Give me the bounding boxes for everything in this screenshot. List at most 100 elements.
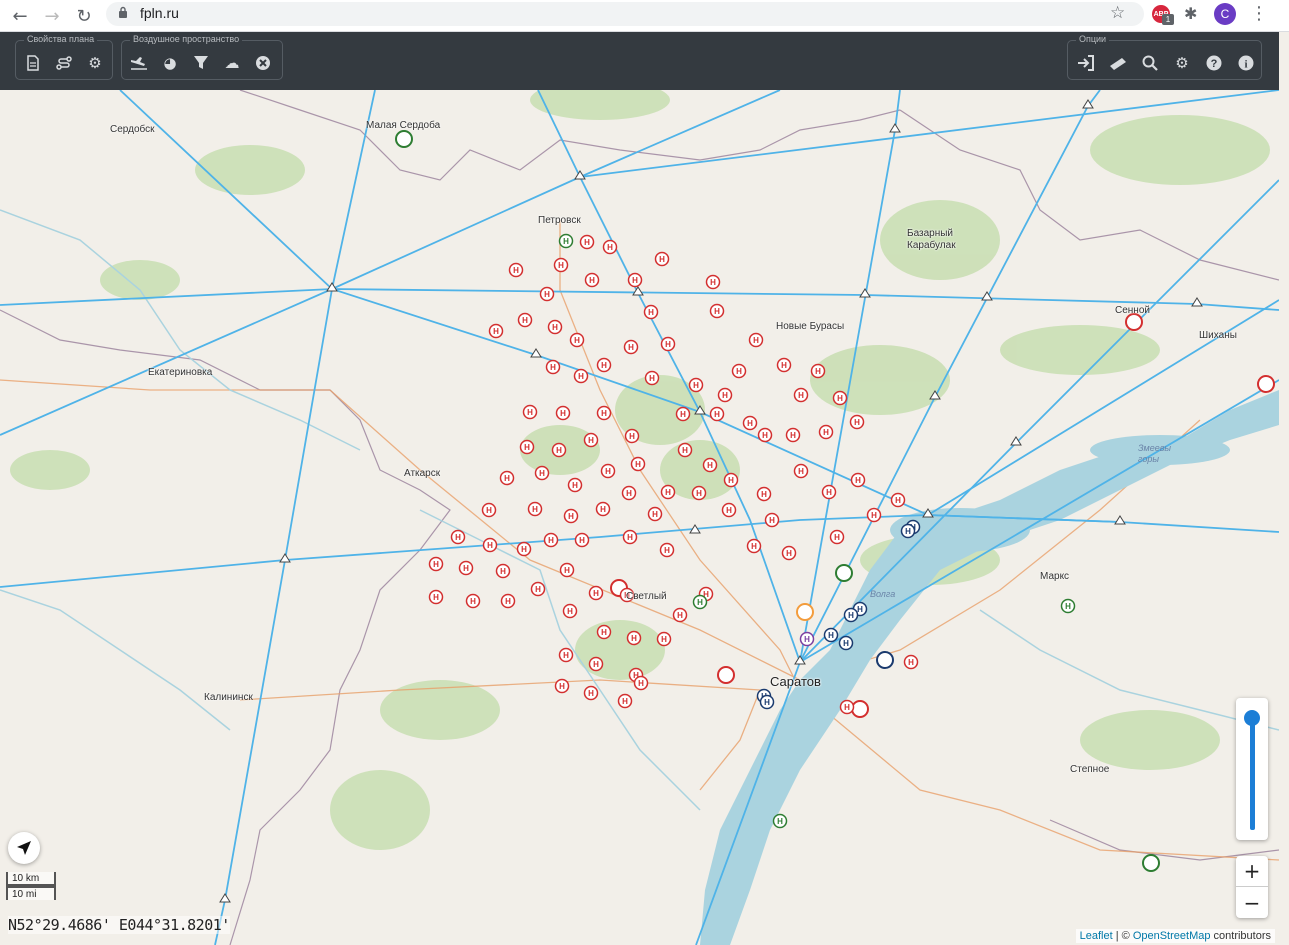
zoom-in-button[interactable]: + xyxy=(1236,856,1268,887)
heliport-marker[interactable]: H xyxy=(499,470,515,486)
url-text[interactable]: fpln.ru xyxy=(140,5,179,21)
heliport-marker[interactable]: H xyxy=(900,523,916,539)
heliport-marker[interactable]: H xyxy=(630,456,646,472)
heliport-marker[interactable]: H xyxy=(1060,598,1076,614)
document-icon[interactable] xyxy=(23,53,43,73)
heliport-marker[interactable]: H xyxy=(677,442,693,458)
heliport-marker[interactable]: H xyxy=(558,233,574,249)
heliport-marker[interactable]: H xyxy=(583,432,599,448)
heliport-marker[interactable]: H xyxy=(527,501,543,517)
osm-link[interactable]: OpenStreetMap xyxy=(1133,930,1211,942)
heliport-marker[interactable]: H xyxy=(530,581,546,597)
heliport-marker[interactable]: H xyxy=(621,485,637,501)
heliport-marker[interactable]: H xyxy=(516,541,532,557)
gear-icon[interactable]: ⚙ xyxy=(1172,53,1192,73)
heliport-marker[interactable]: H xyxy=(721,502,737,518)
heliport-marker[interactable]: H xyxy=(709,406,725,422)
heliport-marker[interactable]: H xyxy=(600,463,616,479)
zoom-slider-thumb[interactable] xyxy=(1244,709,1260,726)
heliport-marker[interactable]: H xyxy=(547,319,563,335)
heliport-marker[interactable]: H xyxy=(588,585,604,601)
sign-in-icon[interactable] xyxy=(1076,53,1096,73)
heliport-marker[interactable]: H xyxy=(692,594,708,610)
heliport-marker[interactable]: H xyxy=(672,607,688,623)
zoom-out-button[interactable]: − xyxy=(1236,887,1268,918)
heliport-marker[interactable]: H xyxy=(644,370,660,386)
heliport-marker[interactable]: H xyxy=(647,506,663,522)
heliport-marker[interactable]: H xyxy=(617,693,633,709)
heliport-marker[interactable]: H xyxy=(757,427,773,443)
heliport-marker[interactable]: H xyxy=(500,593,516,609)
heliport-marker[interactable]: H xyxy=(746,538,762,554)
heliport-marker[interactable]: H xyxy=(702,457,718,473)
heliport-marker[interactable]: H xyxy=(656,631,672,647)
heliport-marker[interactable]: H xyxy=(555,405,571,421)
heliport-marker[interactable]: H xyxy=(821,484,837,500)
heliport-marker[interactable]: H xyxy=(675,406,691,422)
heliport-marker[interactable]: H xyxy=(488,323,504,339)
heliport-marker[interactable]: H xyxy=(660,484,676,500)
heliport-marker[interactable]: H xyxy=(633,675,649,691)
heliport-marker[interactable]: H xyxy=(584,272,600,288)
heliport-marker[interactable]: H xyxy=(573,368,589,384)
heliport-marker[interactable]: H xyxy=(558,647,574,663)
heliport-marker[interactable]: H xyxy=(781,545,797,561)
heliport-marker[interactable]: H xyxy=(623,339,639,355)
heliport-marker[interactable]: H xyxy=(543,532,559,548)
heliport-marker[interactable]: H xyxy=(588,656,604,672)
heliport-marker[interactable]: H xyxy=(522,404,538,420)
heliport-marker[interactable]: H xyxy=(458,560,474,576)
heliport-marker[interactable]: H xyxy=(579,234,595,250)
heliport-marker[interactable]: H xyxy=(709,303,725,319)
heliport-marker[interactable]: H xyxy=(553,257,569,273)
heliport-marker[interactable]: H xyxy=(563,508,579,524)
heliport-marker[interactable]: H xyxy=(569,332,585,348)
heliport-marker[interactable]: H xyxy=(596,624,612,640)
map-view[interactable]: H H H H H H H H H H H H H H H H H H H H H H H H H H H H H H H H H H H H H H H H… xyxy=(0,90,1279,945)
heliport-marker[interactable]: H xyxy=(659,542,675,558)
heliport-marker[interactable]: H xyxy=(849,414,865,430)
address-bar[interactable] xyxy=(106,2,1144,26)
heliport-marker[interactable]: H xyxy=(839,699,855,715)
heliport-marker[interactable]: H xyxy=(583,685,599,701)
heliport-marker[interactable]: H xyxy=(793,387,809,403)
heliport-marker[interactable]: H xyxy=(595,501,611,517)
heliport-marker[interactable]: H xyxy=(495,563,511,579)
heliport-marker[interactable]: H xyxy=(890,492,906,508)
heliport-marker[interactable]: H xyxy=(832,390,848,406)
filter-icon[interactable] xyxy=(191,53,211,73)
heliport-marker[interactable]: H xyxy=(624,428,640,444)
heliport-marker[interactable]: H xyxy=(508,262,524,278)
heliport-marker[interactable]: H xyxy=(574,532,590,548)
heliport-marker[interactable]: H xyxy=(691,485,707,501)
heliport-marker[interactable]: H xyxy=(450,529,466,545)
heliport-marker[interactable]: H xyxy=(823,627,839,643)
heliport-marker[interactable]: H xyxy=(866,507,882,523)
heliport-marker[interactable]: H xyxy=(534,465,550,481)
heliport-marker[interactable]: H xyxy=(705,274,721,290)
heliport-marker[interactable]: H xyxy=(554,678,570,694)
leaflet-link[interactable]: Leaflet xyxy=(1080,930,1113,942)
bookmark-star-icon[interactable]: ☆ xyxy=(1110,3,1125,23)
heliport-marker[interactable]: H xyxy=(643,304,659,320)
heliport-marker[interactable]: H xyxy=(829,529,845,545)
heliport-marker[interactable]: H xyxy=(428,589,444,605)
extensions-puzzle-icon[interactable]: ✱ xyxy=(1184,4,1197,23)
pie-chart-icon[interactable]: ◕ xyxy=(160,53,180,73)
reload-icon[interactable]: ↻ xyxy=(72,4,96,28)
heliport-marker[interactable]: H xyxy=(742,415,758,431)
heliport-marker[interactable]: H xyxy=(756,486,772,502)
forward-arrow-icon[interactable]: → xyxy=(40,4,64,28)
heliport-marker[interactable]: H xyxy=(596,357,612,373)
heliport-marker[interactable]: H xyxy=(838,635,854,651)
browser-menu-icon[interactable]: ⋮ xyxy=(1250,3,1268,24)
heliport-marker[interactable]: H xyxy=(551,442,567,458)
heliport-marker[interactable]: H xyxy=(793,463,809,479)
heliport-marker[interactable]: H xyxy=(785,427,801,443)
heliport-marker[interactable]: H xyxy=(759,694,775,710)
heliport-marker[interactable]: H xyxy=(799,631,815,647)
heliport-marker[interactable]: H xyxy=(688,377,704,393)
heliport-marker[interactable]: H xyxy=(731,363,747,379)
close-circle-icon[interactable] xyxy=(253,53,273,73)
map-canvas[interactable]: H H H H H H H H H H H H H H H H H H H H H H H H H H H H H H H H H H H H H H H H… xyxy=(0,90,1279,945)
